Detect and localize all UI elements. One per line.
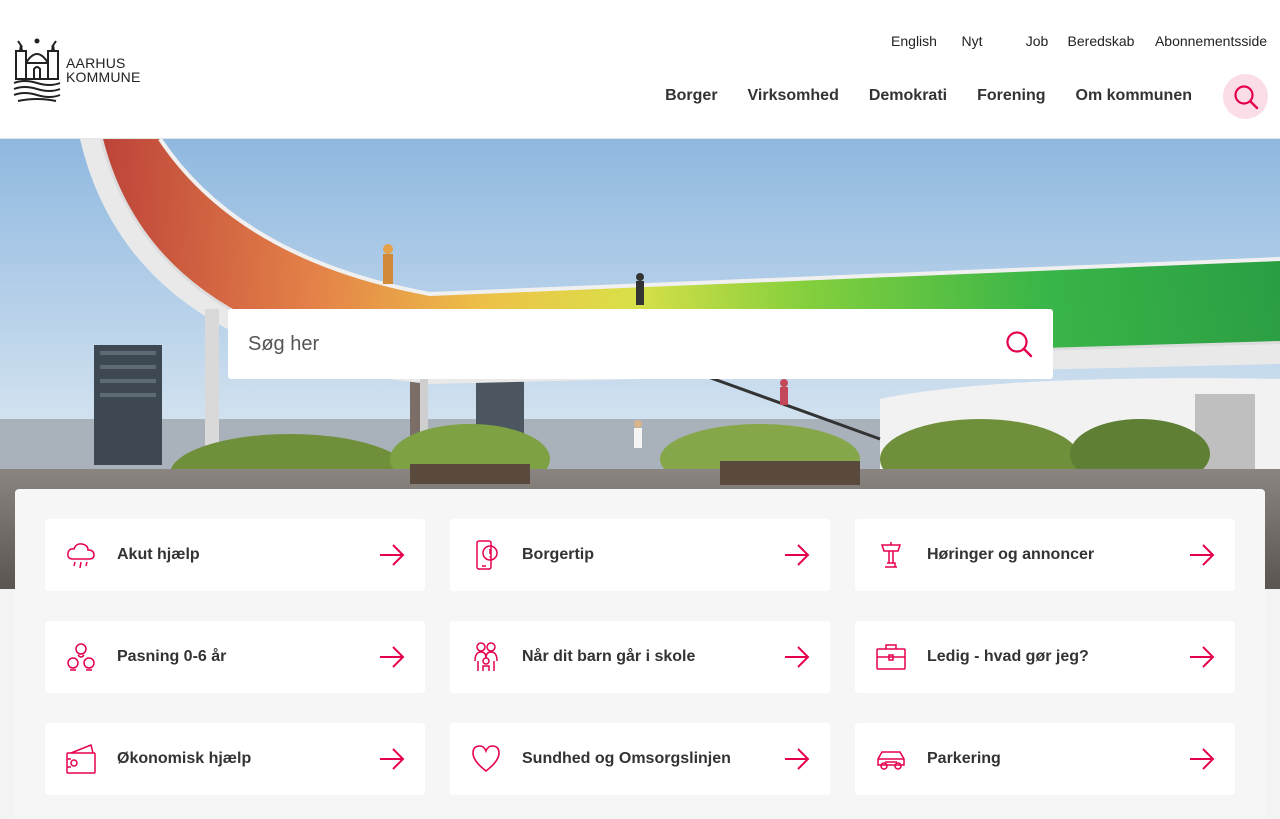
search-icon	[1233, 84, 1258, 109]
site-header: AARHUS KOMMUNE English Nyt Job Beredskab…	[0, 0, 1280, 139]
quick-link-hoeringer-og-annoncer[interactable]: Høringer og annoncer	[855, 519, 1235, 591]
utility-nav: English Nyt Job Beredskab Abonnementssid…	[882, 33, 1268, 49]
arrow-right-icon	[785, 646, 810, 668]
quick-link-borgertip[interactable]: Borgertip	[450, 519, 830, 591]
quick-links-panel: Akut hjælp Borgertip Høringer og annonce…	[15, 489, 1265, 819]
quick-link-label: Økonomisk hjælp	[117, 750, 252, 767]
quick-link-sundhed-og-omsorgslinjen[interactable]: Sundhed og Omsorgslinjen	[450, 723, 830, 795]
arrow-right-icon	[785, 748, 810, 770]
phone-alert-icon	[476, 540, 498, 570]
quick-link-oekonomisk-hjaelp[interactable]: Økonomisk hjælp	[45, 723, 425, 795]
quick-link-naar-dit-barn-gaar-i-skole[interactable]: Når dit barn går i skole	[450, 621, 830, 693]
quick-link-parkering[interactable]: Parkering	[855, 723, 1235, 795]
nav-borger[interactable]: Borger	[665, 87, 717, 105]
logo-line-2: KOMMUNE	[66, 69, 141, 85]
aarhus-kommune-logo[interactable]: AARHUS KOMMUNE	[12, 36, 147, 104]
city-seal-icon	[13, 38, 61, 102]
heart-icon	[472, 745, 500, 773]
arrow-right-icon	[1190, 748, 1215, 770]
quick-link-label: Akut hjælp	[117, 546, 200, 563]
utility-link-nyt[interactable]: Nyt	[958, 33, 986, 49]
family-icon	[474, 642, 498, 671]
nav-virksomhed[interactable]: Virksomhed	[748, 87, 839, 105]
quick-link-akut-hjaelp[interactable]: Akut hjælp	[45, 519, 425, 591]
wallet-icon	[66, 743, 96, 774]
children-icon	[67, 643, 95, 671]
nav-forening[interactable]: Forening	[977, 87, 1045, 105]
search-submit-button[interactable]	[1005, 330, 1033, 363]
quick-link-label: Pasning 0-6 år	[117, 648, 227, 665]
arrow-right-icon	[1190, 544, 1215, 566]
quick-link-label: Sundhed og Omsorgslinjen	[522, 750, 731, 767]
nav-demokrati[interactable]: Demokrati	[869, 87, 947, 105]
header-search-button[interactable]	[1223, 74, 1268, 119]
car-icon	[877, 751, 905, 770]
briefcase-icon	[876, 644, 906, 670]
arrow-right-icon	[1190, 646, 1215, 668]
quick-link-pasning-0-6-aar[interactable]: Pasning 0-6 år	[45, 621, 425, 693]
nav-om-kommunen[interactable]: Om kommunen	[1076, 87, 1192, 105]
utility-link-beredskab[interactable]: Beredskab	[1066, 33, 1136, 49]
utility-link-english[interactable]: English	[882, 33, 946, 49]
main-nav: Borger Virksomhed Demokrati Forening Om …	[665, 87, 1192, 105]
quick-link-label: Når dit barn går i skole	[522, 648, 696, 665]
arrow-right-icon	[785, 544, 810, 566]
quick-link-label: Borgertip	[522, 546, 594, 563]
search-input[interactable]	[248, 332, 988, 356]
hero-search-box	[228, 309, 1053, 379]
quick-link-label: Parkering	[927, 750, 1001, 767]
arrow-right-icon	[380, 544, 405, 566]
utility-link-abonnementsside[interactable]: Abonnementsside	[1154, 33, 1268, 49]
utility-link-job[interactable]: Job	[1024, 33, 1050, 49]
quick-link-ledig-hvad-goer-jeg[interactable]: Ledig - hvad gør jeg?	[855, 621, 1235, 693]
logo-line-1: AARHUS	[66, 55, 126, 71]
quick-link-label: Høringer og annoncer	[927, 546, 1095, 563]
arrow-right-icon	[380, 748, 405, 770]
quick-link-label: Ledig - hvad gør jeg?	[927, 648, 1089, 665]
arrow-right-icon	[380, 646, 405, 668]
podium-icon	[880, 542, 902, 568]
cloud-rain-icon	[67, 543, 95, 569]
search-icon	[1006, 331, 1033, 358]
